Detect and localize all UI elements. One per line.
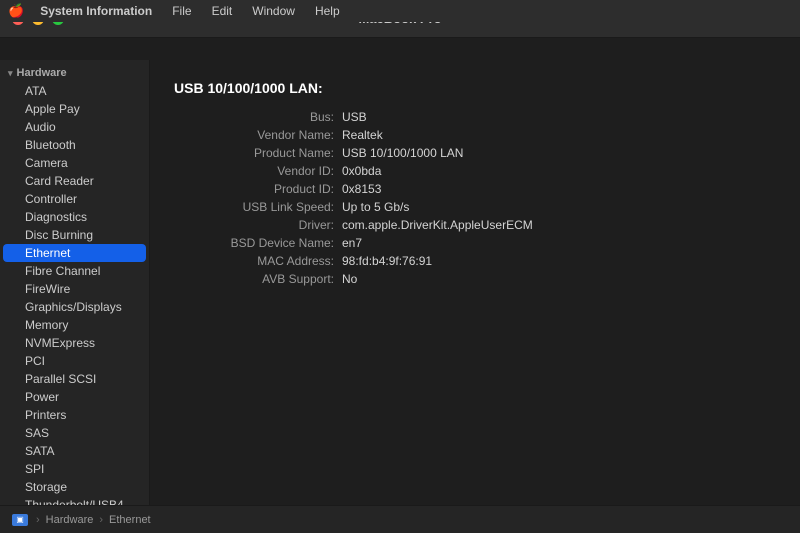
info-value-7: en7 xyxy=(342,236,776,250)
breadcrumb-hardware[interactable]: Hardware xyxy=(46,514,94,526)
menubar-window[interactable]: Window xyxy=(244,2,303,20)
sidebar-section-hardware-label: Hardware xyxy=(17,67,67,79)
sidebar-item-audio[interactable]: Audio xyxy=(3,118,146,136)
sidebar-item-parallel-scsi[interactable]: Parallel SCSI xyxy=(3,370,146,388)
menubar-edit[interactable]: Edit xyxy=(204,2,241,20)
menubar-help[interactable]: Help xyxy=(307,2,348,20)
menubar: 🍎 System Information File Edit Window He… xyxy=(0,0,800,22)
app-container: ▾ Hardware ATA Apple Pay Audio Bluetooth… xyxy=(0,60,800,505)
sidebar-item-ata[interactable]: ATA xyxy=(3,82,146,100)
sidebar-item-thunderbolt[interactable]: Thunderbolt/USB4 xyxy=(3,496,146,505)
info-value-0: USB xyxy=(342,110,776,124)
bottom-bar: ▣ › Hardware › Ethernet xyxy=(0,505,800,533)
sidebar-item-sas[interactable]: SAS xyxy=(3,424,146,442)
info-label-9: AVB Support: xyxy=(174,272,334,286)
info-label-2: Product Name: xyxy=(174,146,334,160)
sidebar-item-fibre-channel[interactable]: Fibre Channel xyxy=(3,262,146,280)
sidebar-item-pci[interactable]: PCI xyxy=(3,352,146,370)
info-label-7: BSD Device Name: xyxy=(174,236,334,250)
info-value-4: 0x8153 xyxy=(342,182,776,196)
breadcrumb-sep-2: › xyxy=(99,514,103,526)
info-value-3: 0x0bda xyxy=(342,164,776,178)
info-label-6: Driver: xyxy=(174,218,334,232)
sidebar-item-card-reader[interactable]: Card Reader xyxy=(3,172,146,190)
sidebar-item-controller[interactable]: Controller xyxy=(3,190,146,208)
sidebar-item-spi[interactable]: SPI xyxy=(3,460,146,478)
breadcrumb-ethernet[interactable]: Ethernet xyxy=(109,514,151,526)
info-table: Bus: USB Vendor Name: Realtek Product Na… xyxy=(174,110,776,286)
sidebar-item-sata[interactable]: SATA xyxy=(3,442,146,460)
sidebar-item-nvmexpress[interactable]: NVMExpress xyxy=(3,334,146,352)
info-label-3: Vendor ID: xyxy=(174,164,334,178)
sidebar-section-hardware[interactable]: ▾ Hardware xyxy=(0,64,149,82)
info-value-6: com.apple.DriverKit.AppleUserECM xyxy=(342,218,776,232)
info-value-1: Realtek xyxy=(342,128,776,142)
sidebar-item-storage[interactable]: Storage xyxy=(3,478,146,496)
apple-icon[interactable]: 🍎 xyxy=(8,3,24,19)
sidebar-item-ethernet[interactable]: Ethernet xyxy=(3,244,146,262)
menubar-file[interactable]: File xyxy=(164,2,199,20)
info-value-8: 98:fd:b4:9f:76:91 xyxy=(342,254,776,268)
info-value-9: No xyxy=(342,272,776,286)
sidebar-item-disc-burning[interactable]: Disc Burning xyxy=(3,226,146,244)
breadcrumb-sep-1: › xyxy=(36,514,40,526)
sidebar-item-apple-pay[interactable]: Apple Pay xyxy=(3,100,146,118)
sidebar-item-printers[interactable]: Printers xyxy=(3,406,146,424)
sidebar-item-diagnostics[interactable]: Diagnostics xyxy=(3,208,146,226)
sidebar-item-camera[interactable]: Camera xyxy=(3,154,146,172)
sidebar-item-power[interactable]: Power xyxy=(3,388,146,406)
content-title: USB 10/100/1000 LAN: xyxy=(174,80,776,96)
info-label-4: Product ID: xyxy=(174,182,334,196)
sidebar: ▾ Hardware ATA Apple Pay Audio Bluetooth… xyxy=(0,60,150,505)
sidebar-item-memory[interactable]: Memory xyxy=(3,316,146,334)
sidebar-item-firewire[interactable]: FireWire xyxy=(3,280,146,298)
info-label-0: Bus: xyxy=(174,110,334,124)
info-label-8: MAC Address: xyxy=(174,254,334,268)
info-value-5: Up to 5 Gb/s xyxy=(342,200,776,214)
main-content: USB 10/100/1000 LAN: Bus: USB Vendor Nam… xyxy=(150,60,800,505)
sidebar-item-bluetooth[interactable]: Bluetooth xyxy=(3,136,146,154)
sidebar-item-graphics-displays[interactable]: Graphics/Displays xyxy=(3,298,146,316)
arrow-hardware-icon: ▾ xyxy=(8,68,13,79)
info-value-2: USB 10/100/1000 LAN xyxy=(342,146,776,160)
info-label-1: Vendor Name: xyxy=(174,128,334,142)
menubar-app-name[interactable]: System Information xyxy=(32,2,160,20)
breadcrumb-hw-icon: ▣ xyxy=(12,514,28,526)
info-label-5: USB Link Speed: xyxy=(174,200,334,214)
